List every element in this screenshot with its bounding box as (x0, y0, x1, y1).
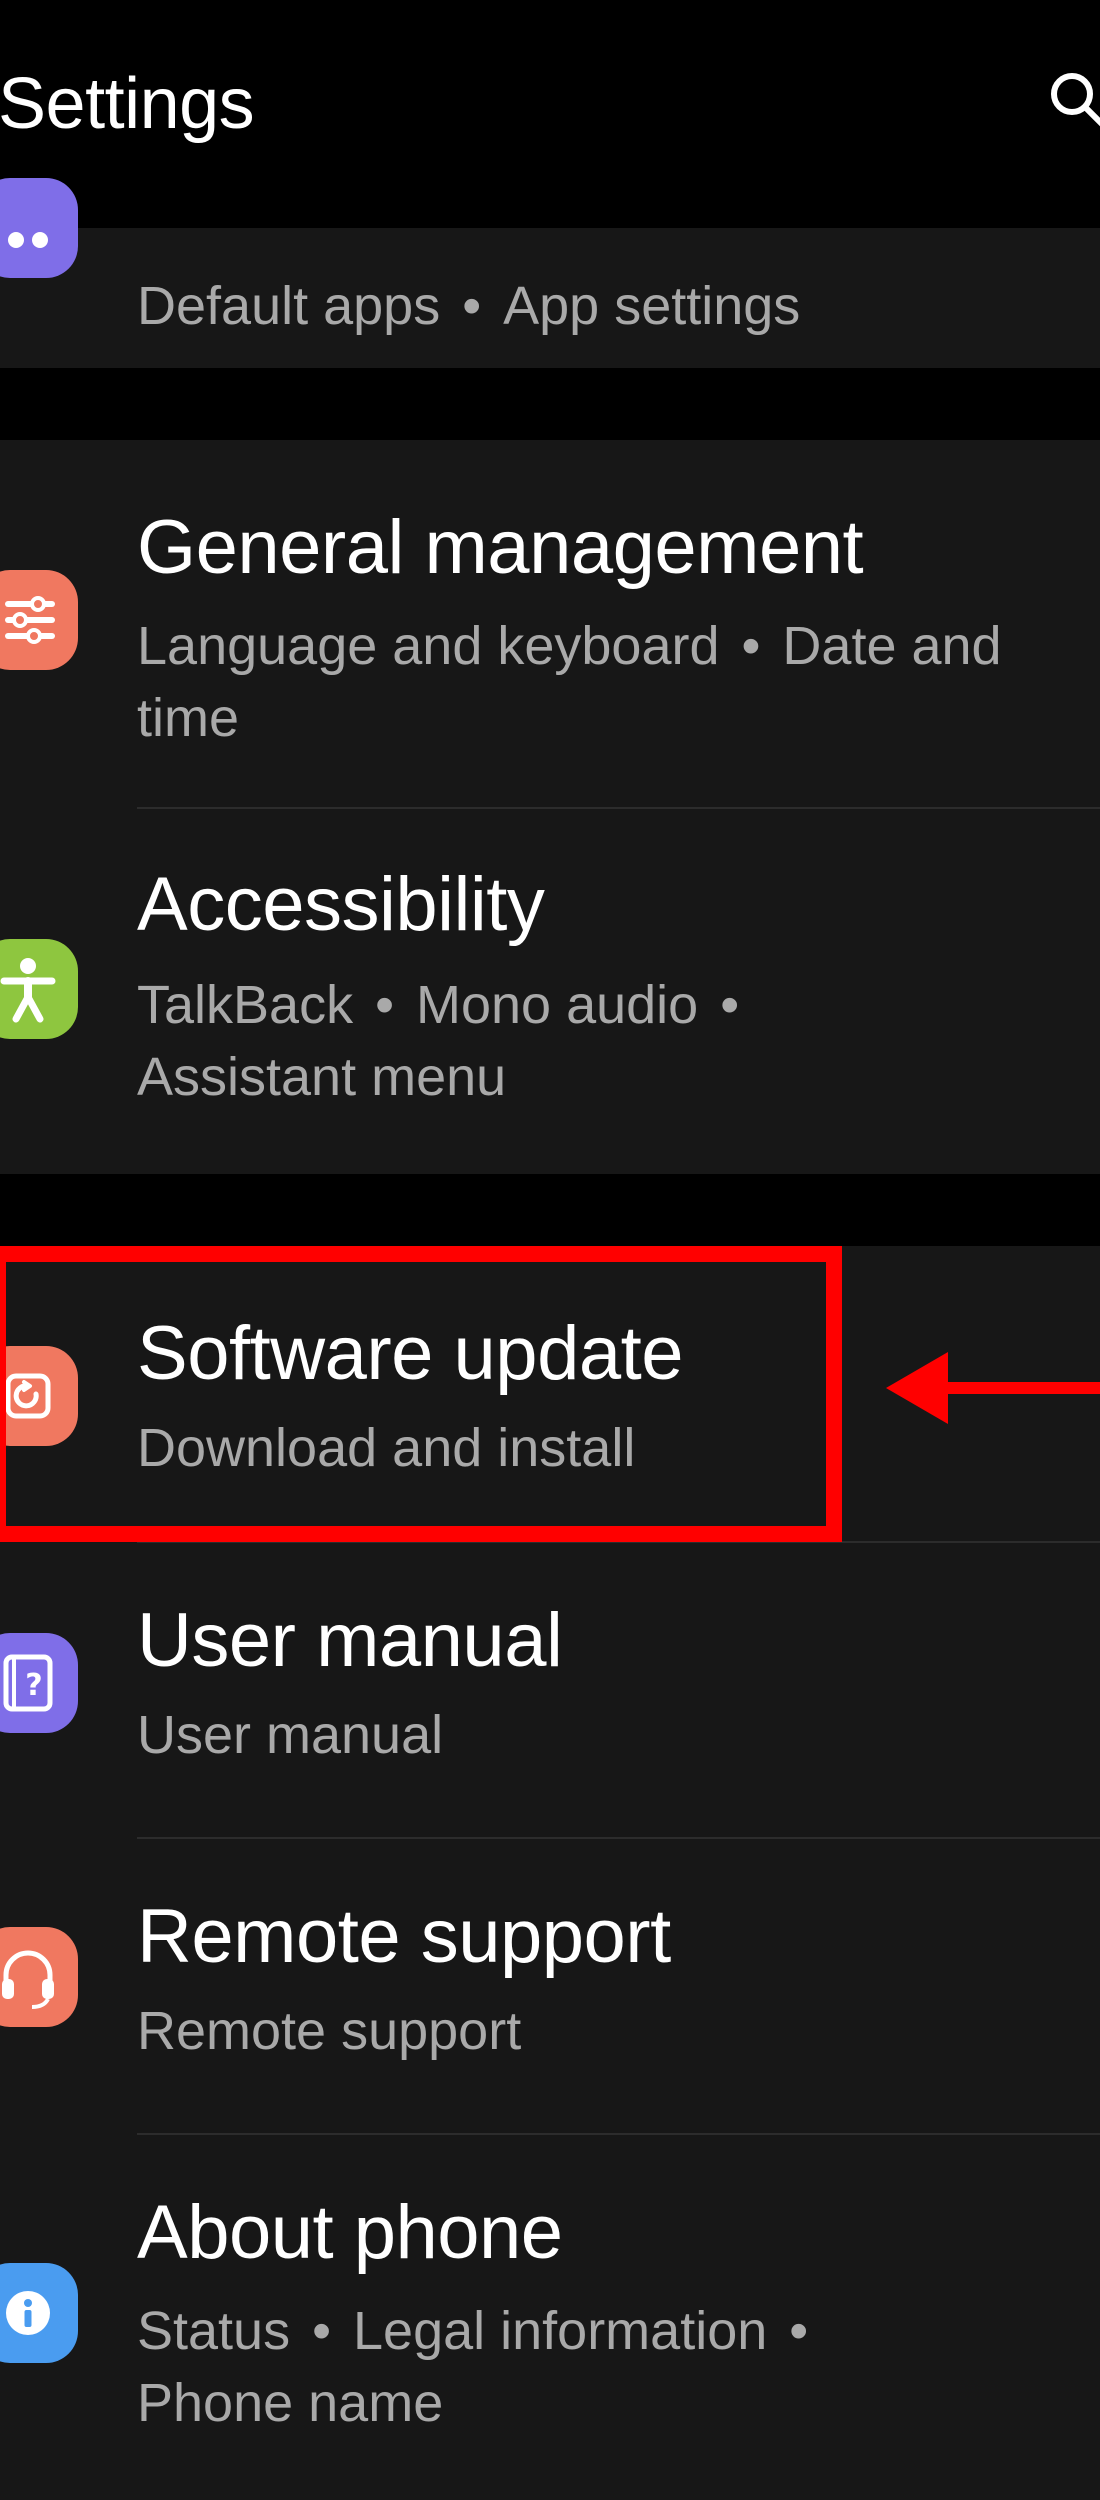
settings-item-title: General management (137, 505, 864, 590)
sliders-icon (0, 570, 78, 670)
settings-item-subtitle: Download and install (137, 1418, 636, 1478)
apps-icon (0, 178, 78, 278)
svg-text:?: ? (25, 1668, 42, 1703)
settings-item-title: Remote support (137, 1894, 671, 1979)
settings-item-subtitle: TalkBack • Mono audio • Assistant menu (137, 975, 740, 1107)
settings-item-subtitle: Status • Legal information • Phone name (137, 2301, 809, 2433)
settings-group-support: Software update Download and install ? U… (0, 1246, 1100, 2500)
settings-item-title: User manual (137, 1598, 563, 1683)
settings-item-title: Software update (137, 1311, 684, 1396)
settings-item-title: About phone (137, 2190, 563, 2275)
settings-group-general: General management Language and keyboard… (0, 440, 1100, 1174)
settings-item-general-management[interactable]: General management Language and keyboard… (0, 440, 1100, 807)
settings-item-subtitle: Language and keyboard • Date and time (137, 616, 1002, 748)
settings-item-about-phone[interactable]: About phone Status • Legal information • Ph… (0, 2135, 1100, 2500)
settings-item-accessibility[interactable]: Accessibility TalkBack • Mono audio • Assis… (0, 809, 1100, 1174)
settings-item-subtitle: User manual (137, 1705, 444, 1765)
info-icon (0, 2263, 78, 2363)
software-update-icon (0, 1346, 78, 1446)
page-title: Settings (0, 64, 255, 144)
user-manual-icon: ? (0, 1633, 78, 1733)
settings-item-user-manual[interactable]: ? User manual User manual (0, 1543, 1100, 1837)
settings-item-software-update[interactable]: Software update Download and install (0, 1246, 1100, 1541)
settings-item-subtitle: Default apps • App settings (137, 276, 801, 336)
settings-group-apps: Default apps • App settings (0, 178, 1100, 368)
settings-item-remote-support[interactable]: Remote support Remote support (0, 1839, 1100, 2133)
search-icon[interactable] (1046, 68, 1100, 128)
accessibility-icon (0, 939, 78, 1039)
headset-icon (0, 1927, 78, 2027)
app-bar: Settings (0, 0, 1100, 228)
settings-item-apps[interactable]: Default apps • App settings (0, 178, 1100, 368)
settings-item-title: Accessibility (137, 862, 545, 947)
settings-item-subtitle: Remote support (137, 2001, 522, 2061)
